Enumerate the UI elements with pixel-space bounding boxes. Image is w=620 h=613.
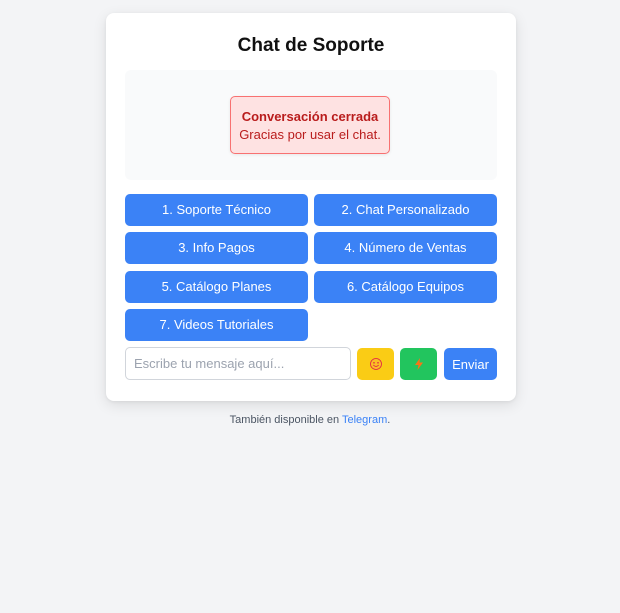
telegram-link[interactable]: Telegram: [342, 414, 387, 426]
footer-suffix: .: [387, 414, 391, 426]
option-videos-tutoriales-button[interactable]: 7. Videos Tutoriales: [125, 309, 308, 341]
send-button[interactable]: Enviar: [444, 348, 497, 380]
chat-card: Chat de Soporte Conversación cerrada Gra…: [106, 13, 516, 401]
quick-reply-button[interactable]: [400, 348, 437, 380]
option-soporte-tecnico-button[interactable]: 1. Soporte Técnico: [125, 194, 308, 226]
smiley-icon: [369, 358, 382, 370]
alert-title: Conversación cerrada: [241, 109, 379, 124]
chat-title: Chat de Soporte: [237, 35, 385, 56]
lightning-icon: [414, 358, 423, 370]
option-info-pagos-button[interactable]: 3. Info Pagos: [125, 232, 308, 264]
option-chat-personalizado-button[interactable]: 2. Chat Personalizado: [314, 194, 497, 226]
emoji-button[interactable]: [357, 348, 394, 380]
conversation-closed-alert: Conversación cerrada Gracias por usar el…: [230, 96, 390, 154]
footer-note: También disponible en Telegram.: [0, 414, 620, 426]
option-catalogo-planes-button[interactable]: 5. Catálogo Planes: [125, 271, 308, 303]
message-input[interactable]: [125, 347, 351, 380]
option-catalogo-equipos-button[interactable]: 6. Catálogo Equipos: [314, 271, 497, 303]
option-numero-ventas-button[interactable]: 4. Número de Ventas: [314, 232, 497, 264]
footer-text: También disponible en: [229, 414, 342, 426]
alert-message: Gracias por usar el chat.: [239, 127, 381, 142]
messages-area: Conversación cerrada Gracias por usar el…: [125, 70, 497, 180]
